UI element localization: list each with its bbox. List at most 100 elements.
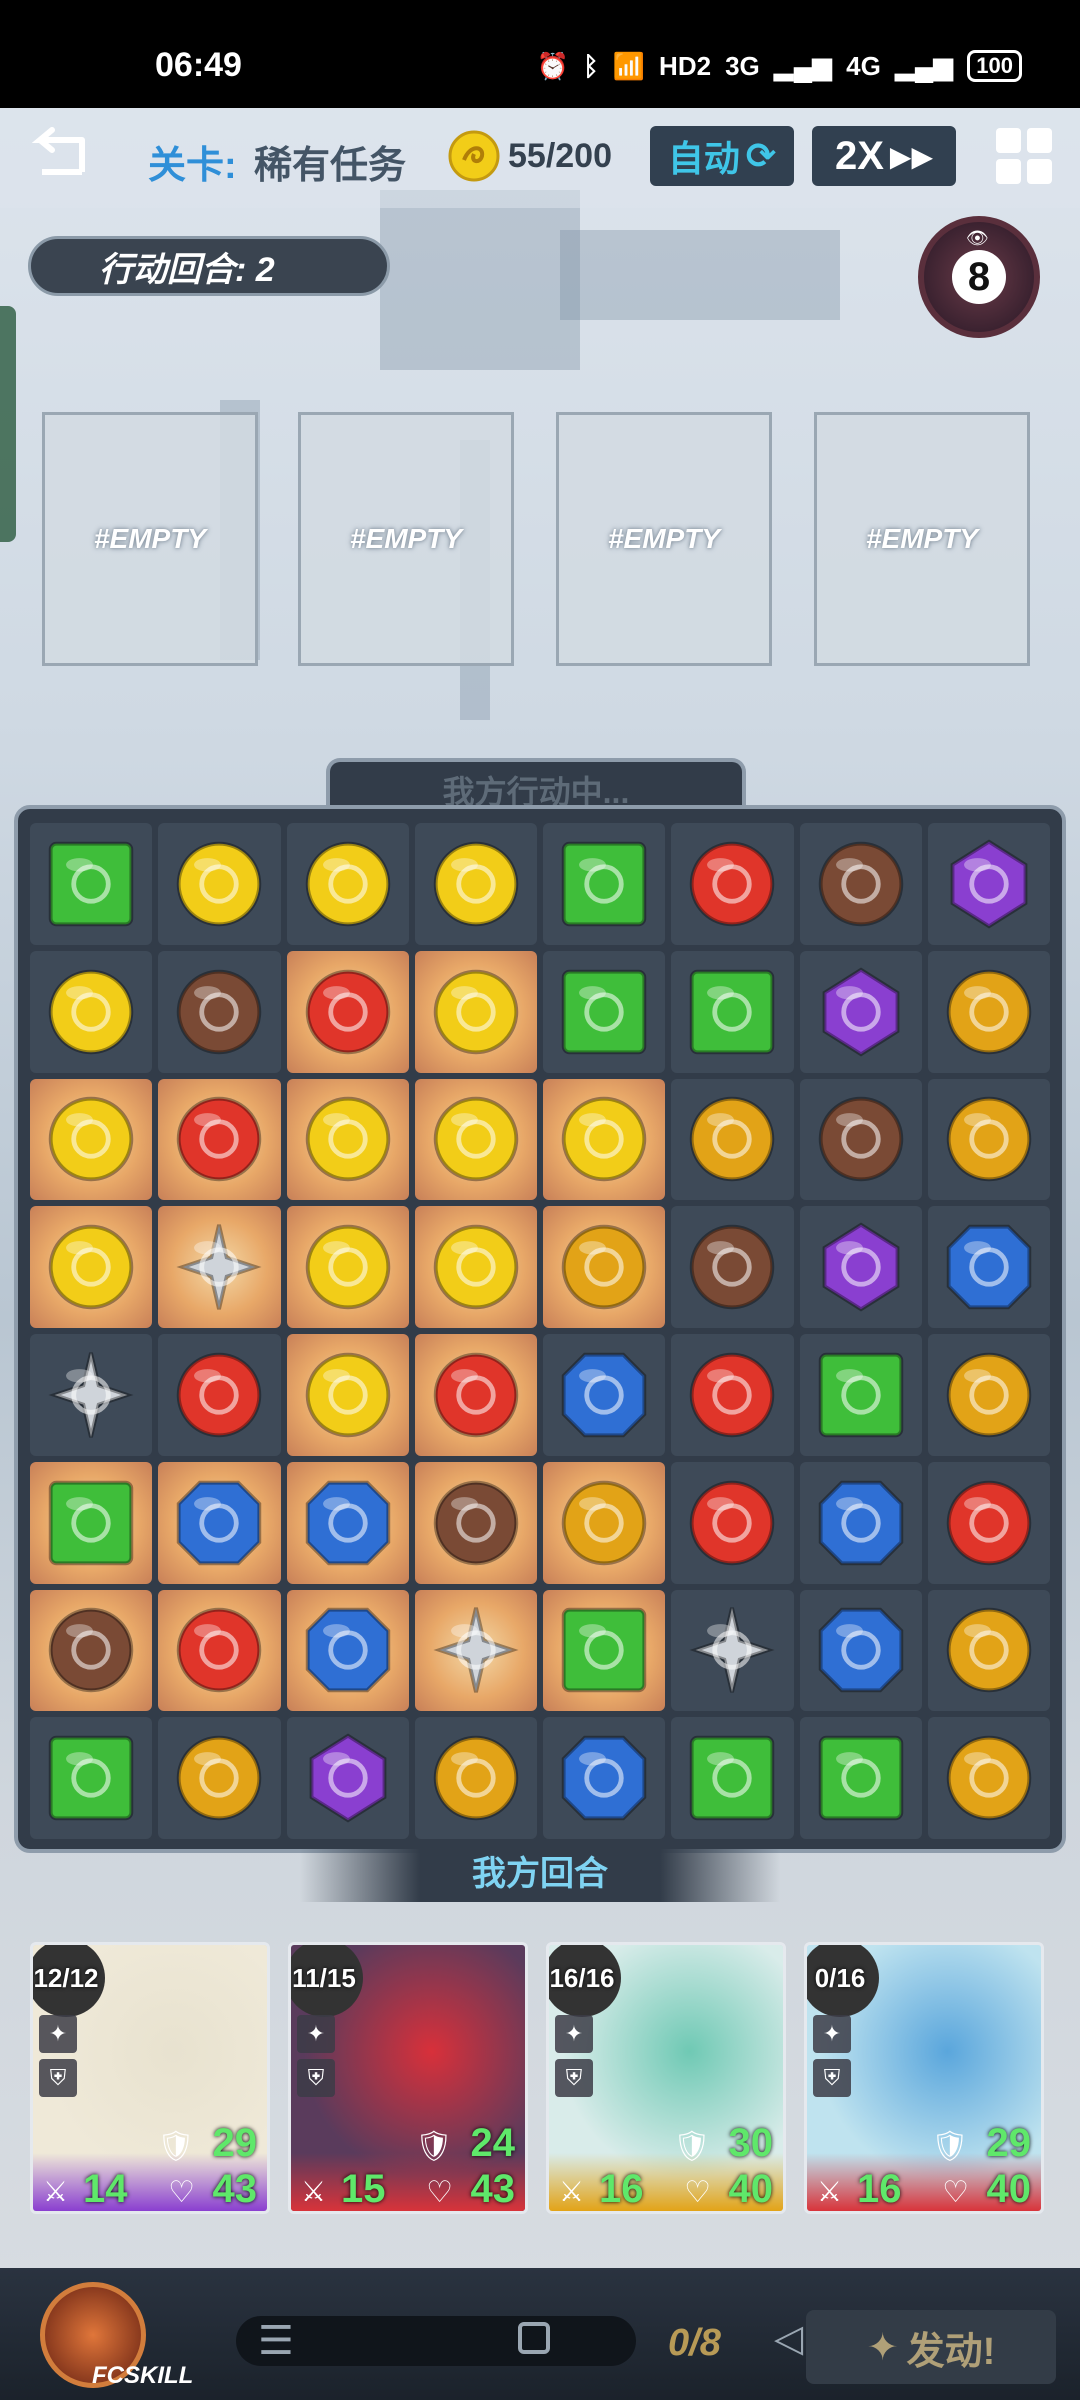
board-cell[interactable] xyxy=(543,823,666,945)
board-cell[interactable] xyxy=(414,1461,537,1584)
board-cell[interactable] xyxy=(927,1717,1050,1839)
purple-gem-icon xyxy=(822,1222,900,1312)
board-cell[interactable] xyxy=(286,1334,409,1456)
empty-slot-3[interactable]: #EMPTY xyxy=(556,412,772,666)
nav-back-icon[interactable]: ◁ xyxy=(774,2316,803,2361)
alarm-icon: ⏰ xyxy=(536,50,570,81)
board-cell[interactable] xyxy=(158,950,281,1073)
board-cell[interactable] xyxy=(30,1206,153,1328)
board-cell[interactable] xyxy=(414,1078,537,1201)
board-cell[interactable] xyxy=(158,1717,281,1839)
speed-button[interactable]: 2X ▶▶ xyxy=(812,126,956,186)
board-cell[interactable] xyxy=(30,1078,153,1201)
board-cell[interactable] xyxy=(799,1461,922,1584)
board-cell[interactable] xyxy=(927,1206,1050,1328)
board-cell[interactable] xyxy=(286,1717,409,1839)
board-cell[interactable] xyxy=(799,950,922,1073)
side-tab[interactable] xyxy=(0,306,16,542)
board-cell[interactable] xyxy=(158,1078,281,1201)
network-3g: 3G xyxy=(725,50,760,81)
board-cell[interactable] xyxy=(671,1206,794,1328)
hd-badge: HD2 xyxy=(659,50,712,81)
green-gem-icon xyxy=(690,969,775,1054)
board-cell[interactable] xyxy=(799,1589,922,1712)
launch-button[interactable]: ✦ 发动! xyxy=(806,2310,1056,2384)
board-cell[interactable] xyxy=(286,1206,409,1328)
board-cell[interactable] xyxy=(799,823,922,945)
empty-slot-4[interactable]: #EMPTY xyxy=(814,412,1030,666)
attack-icon: ⚔ xyxy=(559,2176,585,2207)
board-cell[interactable] xyxy=(543,1589,666,1712)
board-cell[interactable] xyxy=(30,950,153,1073)
character-card[interactable]: 12/12 ✦ ⛨ 🛡 29 ⚔ 14 ♡ 43 xyxy=(30,1942,270,2214)
board-cell[interactable] xyxy=(799,1078,922,1201)
board-cell[interactable] xyxy=(30,1461,153,1584)
attack-icon: ⚔ xyxy=(43,2176,69,2207)
board-cell[interactable] xyxy=(286,1461,409,1584)
character-card[interactable]: 0/16 ✦ ⛨ 🛡 29 ⚔ 16 ♡ 40 xyxy=(804,1942,1044,2214)
heart-icon: ♡ xyxy=(168,2176,195,2209)
red-gem-icon xyxy=(690,1352,775,1438)
board-cell[interactable] xyxy=(799,1334,922,1456)
board-cell[interactable] xyxy=(671,1717,794,1839)
back-icon[interactable] xyxy=(22,126,92,186)
coin-icon xyxy=(448,130,500,182)
board-cell[interactable] xyxy=(286,1078,409,1201)
board-cell[interactable] xyxy=(286,1589,409,1712)
board-cell[interactable] xyxy=(286,823,409,945)
board-cell[interactable] xyxy=(799,1717,922,1839)
skill-icon: ✦ xyxy=(813,2015,851,2053)
yellow-gem-icon xyxy=(305,1224,390,1310)
board-cell[interactable] xyxy=(414,1206,537,1328)
board-cell[interactable] xyxy=(414,1717,537,1839)
nav-home-icon[interactable] xyxy=(518,2322,550,2354)
board-cell[interactable] xyxy=(671,1334,794,1456)
board-cell[interactable] xyxy=(927,1334,1050,1456)
red-gem-icon xyxy=(177,1097,262,1182)
green-gem-icon xyxy=(690,1735,775,1821)
board-cell[interactable] xyxy=(414,950,537,1073)
board-cell[interactable] xyxy=(927,1078,1050,1201)
turn-counter-orb[interactable]: 👁 8 xyxy=(918,216,1040,338)
board-cell[interactable] xyxy=(30,823,153,945)
board-cell[interactable] xyxy=(671,950,794,1073)
board-cell[interactable] xyxy=(286,950,409,1073)
character-card[interactable]: 16/16 ✦ ⛨ 🛡 30 ⚔ 16 ♡ 40 xyxy=(546,1942,786,2214)
auto-button[interactable]: 自动 ⟳ xyxy=(650,126,794,186)
board-cell[interactable] xyxy=(158,1589,281,1712)
board-cell[interactable] xyxy=(927,1461,1050,1584)
board-cell[interactable] xyxy=(543,1717,666,1839)
board-cell[interactable] xyxy=(414,823,537,945)
board-cell[interactable] xyxy=(543,1461,666,1584)
heart-icon: ♡ xyxy=(426,2176,453,2209)
background-decoration xyxy=(560,230,840,320)
board-cell[interactable] xyxy=(414,1334,537,1456)
board-cell[interactable] xyxy=(543,1206,666,1328)
board-cell[interactable] xyxy=(414,1589,537,1712)
board-cell[interactable] xyxy=(927,950,1050,1073)
board-cell[interactable] xyxy=(927,823,1050,945)
board-cell[interactable] xyxy=(543,950,666,1073)
board-cell[interactable] xyxy=(671,823,794,945)
grid-menu-icon[interactable] xyxy=(996,128,1052,184)
empty-slot-1[interactable]: #EMPTY xyxy=(42,412,258,666)
board-cell[interactable] xyxy=(543,1078,666,1201)
board-cell[interactable] xyxy=(671,1589,794,1712)
board-cell[interactable] xyxy=(799,1206,922,1328)
board-cell[interactable] xyxy=(158,1206,281,1328)
yellow-gem-icon xyxy=(433,841,519,927)
board-cell[interactable] xyxy=(927,1589,1050,1712)
board-cell[interactable] xyxy=(158,1334,281,1456)
character-card[interactable]: 11/15 ✦ ⛨ 🛡 24 ⚔ 15 ♡ 43 xyxy=(288,1942,528,2214)
nav-menu-icon[interactable]: ☰ xyxy=(258,2318,294,2364)
board-cell[interactable] xyxy=(543,1334,666,1456)
board-cell[interactable] xyxy=(30,1717,153,1839)
empty-slot-2[interactable]: #EMPTY xyxy=(298,412,514,666)
board-cell[interactable] xyxy=(158,823,281,945)
board-cell[interactable] xyxy=(30,1334,153,1456)
board-cell[interactable] xyxy=(671,1078,794,1201)
board-cell[interactable] xyxy=(30,1589,153,1712)
board-cell[interactable] xyxy=(671,1461,794,1584)
board-cell[interactable] xyxy=(158,1461,281,1584)
orange-gem-icon xyxy=(946,1352,1032,1438)
